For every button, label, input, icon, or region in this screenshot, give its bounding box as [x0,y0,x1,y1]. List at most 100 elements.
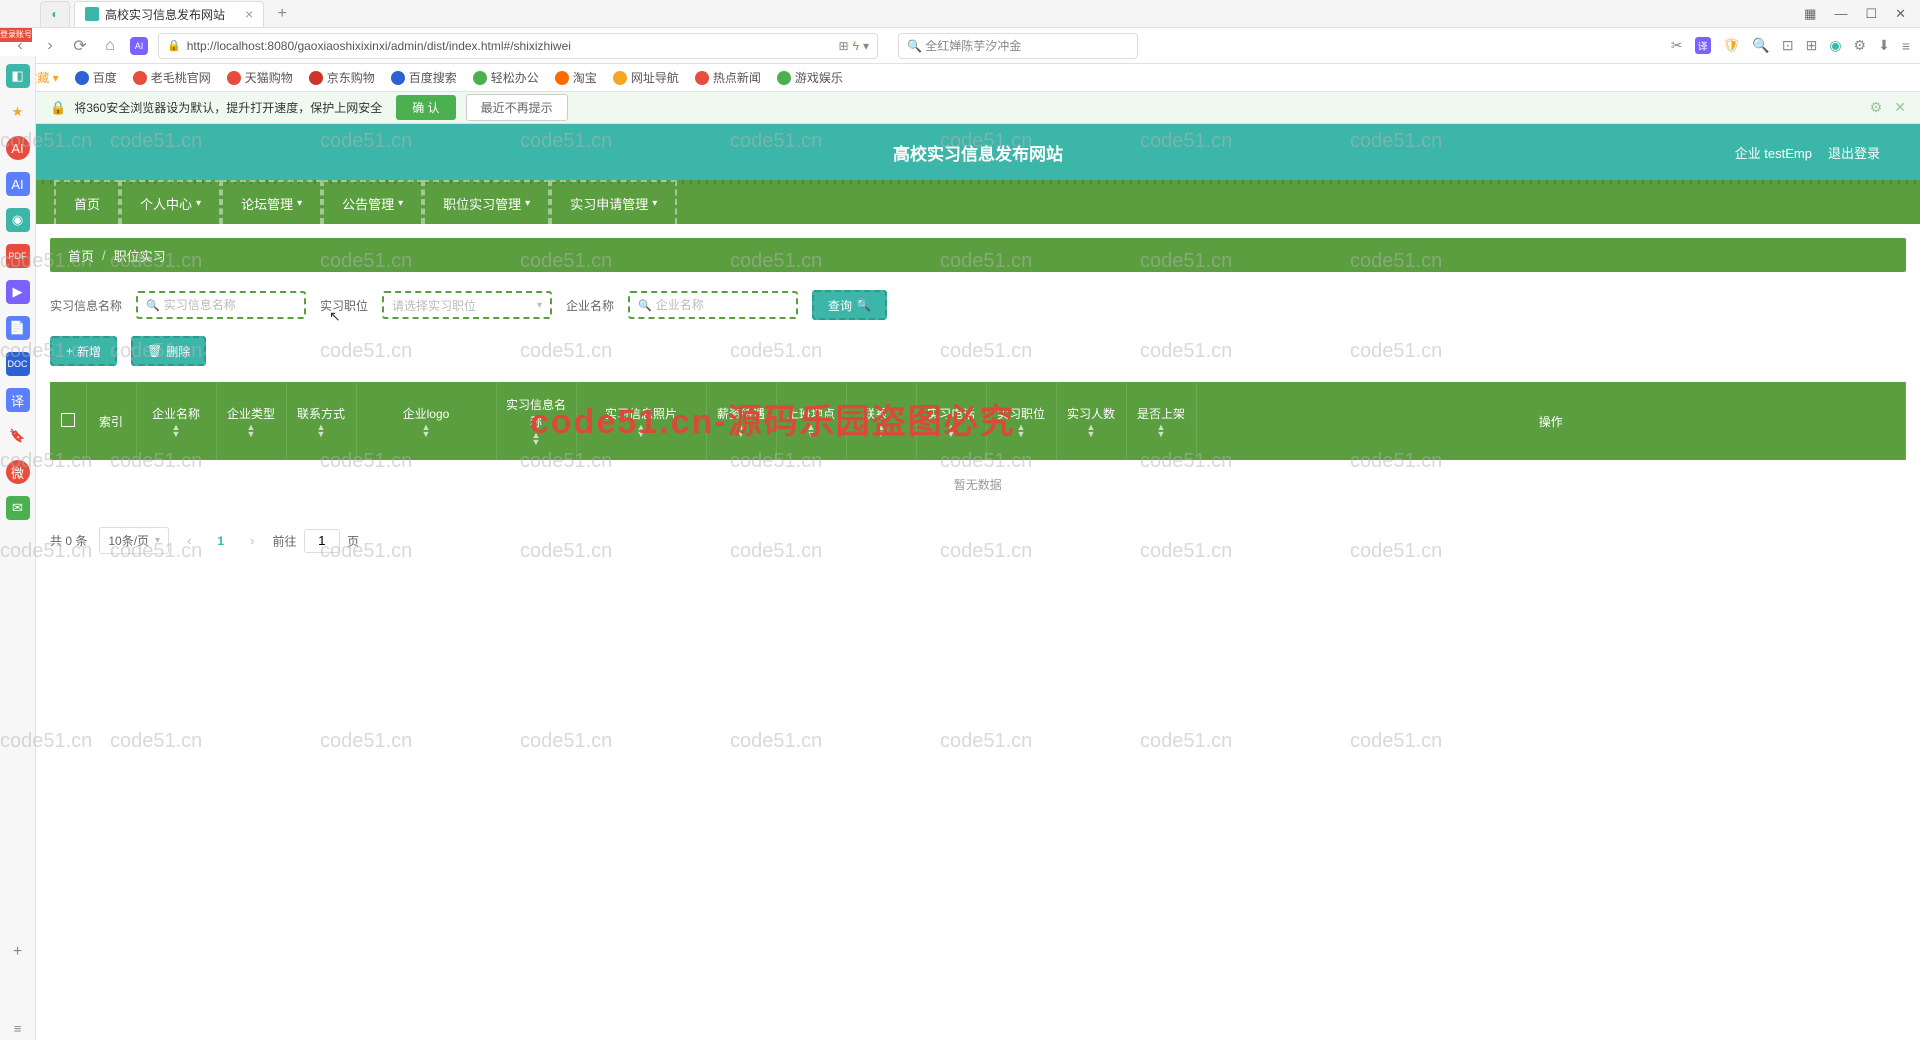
zoom-icon[interactable]: 🔍 [1752,37,1769,54]
prev-button[interactable]: ‹ [181,533,197,548]
query-button[interactable]: 查询 🔍 [812,290,887,320]
sb-icon-7[interactable]: ▶ [6,280,30,304]
grid-icon[interactable]: ▦ [1804,6,1816,22]
menu-forum[interactable]: 论坛管理▾ [221,180,322,224]
new-tab-button[interactable]: + [268,1,296,27]
dropdown-icon[interactable]: ▾ [863,39,869,53]
menu-position[interactable]: 职位实习管理▾ [423,180,550,224]
sb-icon-2[interactable]: ★ [6,100,30,124]
gear-icon[interactable]: ⚙ [1854,37,1867,54]
later-button[interactable]: 最近不再提示 [466,94,568,121]
download-icon[interactable]: ⬇ [1878,37,1890,54]
sb-icon-6[interactable]: PDF [6,244,30,268]
filter-company-input[interactable]: 🔍 [628,291,798,319]
confirm-button[interactable]: 确 认 [396,95,455,120]
bm-8[interactable]: 热点新闻 [695,69,761,86]
home-button[interactable]: ⌂ [100,37,120,55]
reload-button[interactable]: ⟳ [70,36,90,56]
col-phone[interactable]: 实习电话▲▼ [916,382,986,460]
sb-icon-13[interactable]: ✉ [6,496,30,520]
page-current[interactable]: 1 [209,534,232,548]
bm-6[interactable]: 淘宝 [555,69,597,86]
menu-announce[interactable]: 公告管理▾ [322,180,423,224]
filter-company-field[interactable] [656,298,788,312]
sb-add-button[interactable]: + [6,940,30,964]
breadcrumb-home[interactable]: 首页 [68,246,94,265]
sec-close-icon[interactable]: ✕ [1894,99,1906,116]
col-photo[interactable]: 实习信息照片▲▼ [576,382,706,460]
sb-list-icon[interactable]: ≡ [6,1016,30,1040]
checkbox-icon[interactable] [61,413,75,427]
close-icon[interactable]: × [245,6,253,22]
sb-icon-3[interactable]: AI [6,136,30,160]
filter-name-input[interactable]: 🔍 [136,291,306,319]
translate-icon[interactable]: 译 [1695,37,1711,54]
sb-icon-4[interactable]: AI [6,172,30,196]
bm-2[interactable]: 天猫购物 [227,69,293,86]
page-size-select[interactable]: 10条/页 ▾ [99,527,169,554]
add-button[interactable]: +新增 [50,336,117,366]
maximize-icon[interactable]: ☐ [1865,6,1877,22]
sb-icon-11[interactable]: 🔖 [6,424,30,448]
col-checkbox[interactable] [50,382,86,460]
bolt-icon[interactable]: ϟ [853,39,859,53]
sb-icon-9[interactable]: DOC [6,352,30,376]
sb-icon-5[interactable]: ◉ [6,208,30,232]
sb-icon-12[interactable]: 微 [6,460,30,484]
close-window-icon[interactable]: ✕ [1895,6,1906,22]
bm-0[interactable]: 百度 [75,69,117,86]
sec-gear-icon[interactable]: ⚙ [1870,99,1883,116]
col-count[interactable]: 实习人数▲▼ [1056,382,1126,460]
bm-4[interactable]: 百度搜索 [391,69,457,86]
shield-icon[interactable]: 🛡 [1723,37,1741,54]
ext1-icon[interactable]: ⊡ [1782,37,1794,54]
delete-button[interactable]: 🗑删除 [131,336,206,366]
filter-name-field[interactable] [164,298,296,312]
next-button[interactable]: › [244,533,260,548]
bm-5[interactable]: 轻松办公 [473,69,539,86]
lmt-icon [133,71,147,85]
col-infoname[interactable]: 实习信息名称▲▼ [496,382,576,460]
jump-input[interactable] [304,529,340,553]
qr-icon[interactable]: ⊞ [839,39,849,53]
filter-position-select[interactable]: 请选择实习职位 ▾ [382,291,552,319]
col-listed[interactable]: 是否上架▲▼ [1126,382,1196,460]
col-salary[interactable]: 薪资待遇▲▼ [706,382,776,460]
bm-7[interactable]: 网址导航 [613,69,679,86]
col-company[interactable]: 企业名称▲▼ [136,382,216,460]
url-input[interactable]: 🔒 http://localhost:8080/gaoxiaoshixixinx… [158,33,878,59]
col-type[interactable]: 企业类型▲▼ [216,382,286,460]
sb-icon-1[interactable]: ◧ [6,64,30,88]
apps-icon[interactable]: ⊞ [1806,37,1818,54]
menu-personal[interactable]: 个人中心▾ [120,180,221,224]
ai-icon[interactable]: AI [130,37,148,55]
bm-1[interactable]: 老毛桃官网 [133,69,211,86]
search-input[interactable]: 🔍 全红婵陈芋汐冲金 [898,33,1138,59]
col-index[interactable]: 索引 [86,382,136,460]
col-person[interactable]: 联系人▲▼ [846,382,916,460]
sb-icon-8[interactable]: 📄 [6,316,30,340]
table-header: 索引 企业名称▲▼ 企业类型▲▼ 联系方式▲▼ 企业logo▲▼ 实习信息名称▲… [50,382,1906,460]
minimize-icon[interactable]: — [1834,6,1847,22]
sb-icon-10[interactable]: 译 [6,388,30,412]
baidu2-icon [391,71,405,85]
tab-blank[interactable]: ◐ [40,1,70,27]
menu-home[interactable]: 首页 [54,180,120,224]
col-position[interactable]: 实习职位▲▼ [986,382,1056,460]
menu-icon[interactable]: ≡ [1902,38,1910,54]
col-logo[interactable]: 企业logo▲▼ [356,382,496,460]
scissors-icon[interactable]: ✂ [1671,37,1683,54]
sort-icon: ▲▼ [993,424,1050,438]
breadcrumb: 首页 / 职位实习 [50,238,1906,272]
forward-button[interactable]: › [40,37,60,55]
col-contact[interactable]: 联系方式▲▼ [286,382,356,460]
chevron-down-icon: ▾ [297,198,302,209]
menu-apply[interactable]: 实习申请管理▾ [550,180,677,224]
jump-section: 前往 页 [272,529,359,553]
bm-9[interactable]: 游戏娱乐 [777,69,843,86]
logout-button[interactable]: 退出登录 [1828,143,1880,162]
col-location[interactable]: 上班地点▲▼ [776,382,846,460]
tab-active[interactable]: 高校实习信息发布网站 × [74,1,264,27]
ext2-icon[interactable]: ◉ [1829,37,1841,54]
bm-3[interactable]: 京东购物 [309,69,375,86]
